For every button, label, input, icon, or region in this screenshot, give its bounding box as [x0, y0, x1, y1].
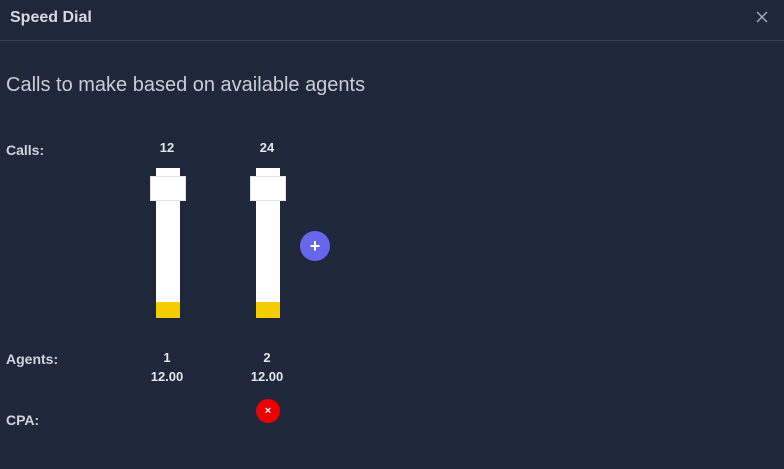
calls-value-2: 24 — [259, 140, 275, 155]
slider-fill — [156, 301, 180, 318]
calls-label: Calls: — [6, 142, 45, 158]
calls-slider-2[interactable] — [250, 168, 286, 318]
cpa-label: CPA: — [6, 412, 40, 428]
agents-label: Agents: — [6, 351, 59, 367]
dialog-header: Speed Dial — [0, 0, 784, 41]
calls-value-1: 12 — [159, 140, 175, 155]
agents-value-1: 1 — [163, 350, 171, 365]
cpa-value-1: 12.00 — [150, 369, 184, 384]
agents-value-2: 2 — [263, 350, 271, 365]
slider-thumb[interactable] — [250, 176, 286, 201]
slider-thumb[interactable] — [150, 176, 186, 201]
slider-fill — [256, 301, 280, 318]
remove-column-button[interactable]: × — [256, 399, 280, 423]
add-column-button[interactable]: + — [300, 231, 330, 261]
calls-slider-1[interactable] — [150, 168, 186, 318]
section-heading: Calls to make based on available agents — [6, 74, 366, 96]
cpa-value-2: 12.00 — [250, 369, 284, 384]
dialog-title: Speed Dial — [10, 9, 92, 26]
close-icon[interactable] — [754, 9, 770, 25]
